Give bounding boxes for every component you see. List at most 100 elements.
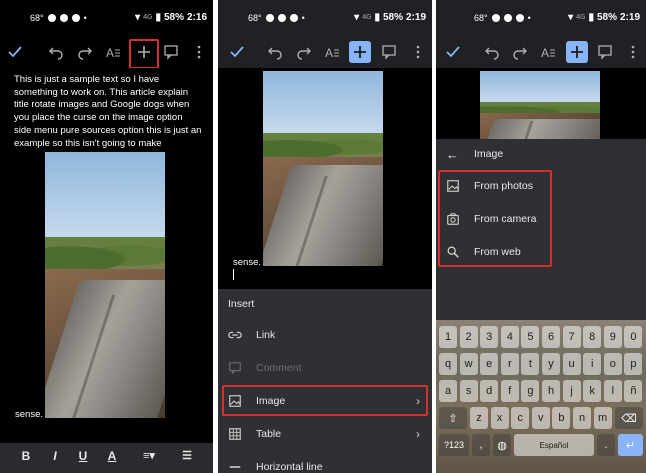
key-7[interactable]: 7 (562, 326, 581, 348)
key-k[interactable]: k (583, 380, 602, 402)
document-trailing-text[interactable]: sense. (15, 409, 43, 420)
temperature: 68° (474, 13, 488, 23)
highlight-box (222, 385, 428, 416)
underline-button[interactable]: U (74, 449, 92, 463)
inserted-image[interactable] (263, 71, 383, 266)
document-trailing-text[interactable]: sense. (233, 257, 261, 268)
wifi-icon: ▾ (568, 12, 574, 23)
key-e[interactable]: e (480, 353, 499, 375)
check-icon[interactable] (442, 41, 464, 63)
keyboard-row-zxcv: ⇧ ⌫ zxcvbnm (436, 407, 646, 431)
comma-key[interactable]: , (472, 434, 490, 456)
bullet: • (527, 13, 531, 23)
insert-sheet: Insert Link Comment Image › Table › Hori… (218, 289, 432, 473)
key-m[interactable]: m (593, 407, 612, 429)
key-g[interactable]: g (521, 380, 540, 402)
undo-icon[interactable] (45, 41, 67, 63)
key-6[interactable]: 6 (542, 326, 560, 348)
comment-icon[interactable] (160, 41, 182, 63)
more-icon[interactable] (188, 41, 210, 63)
key-b[interactable]: b (552, 407, 571, 429)
space-key[interactable]: Español (514, 434, 594, 456)
key-8[interactable]: 8 (583, 326, 602, 348)
text-format-icon[interactable]: A (321, 41, 343, 63)
battery-icon: ▮ (374, 12, 380, 23)
insert-plus-icon[interactable] (349, 41, 371, 63)
key-3[interactable]: 3 (480, 326, 499, 348)
enter-key[interactable]: ↵ (618, 434, 643, 456)
insert-link-item[interactable]: Link (218, 321, 432, 349)
key-l[interactable]: l (603, 380, 622, 402)
redo-icon[interactable] (74, 41, 96, 63)
back-arrow-icon[interactable]: ← (446, 147, 459, 162)
key-0[interactable]: 0 (624, 326, 643, 348)
insert-horizontal-line-item[interactable]: Horizontal line (218, 453, 432, 473)
document-body-text[interactable]: This is just a sample text so I have som… (14, 74, 202, 150)
key-x[interactable]: x (490, 407, 509, 429)
list-icon[interactable]: ☰ (178, 449, 196, 462)
text-format-icon[interactable]: A (102, 41, 124, 63)
shield-icon (515, 14, 524, 22)
key-j[interactable]: j (562, 380, 581, 402)
key-q[interactable]: q (439, 353, 457, 375)
globe-icon[interactable]: ◍ (493, 434, 511, 456)
undo-icon[interactable] (481, 41, 503, 63)
key-o[interactable]: o (603, 353, 622, 375)
svg-text:A: A (106, 46, 114, 60)
text-color-button[interactable]: A (103, 449, 121, 463)
key-ñ[interactable]: ñ (624, 380, 643, 402)
insert-sheet-title: Insert (228, 298, 255, 310)
keyboard-row-asdf: asdfghjklñ (436, 380, 646, 404)
key-h[interactable]: h (542, 380, 560, 402)
svg-text:A: A (325, 46, 333, 60)
comment-icon[interactable] (594, 41, 616, 63)
period-key[interactable]: . (597, 434, 615, 456)
undo-icon[interactable] (264, 41, 286, 63)
key-t[interactable]: t (521, 353, 540, 375)
italic-button[interactable]: I (46, 449, 64, 463)
check-icon[interactable] (4, 41, 26, 63)
key-a[interactable]: a (439, 380, 457, 402)
key-w[interactable]: w (459, 353, 478, 375)
key-u[interactable]: u (562, 353, 581, 375)
key-c[interactable]: c (511, 407, 530, 429)
symbols-key[interactable]: ?123 (439, 434, 469, 456)
check-icon[interactable] (226, 41, 248, 63)
key-z[interactable]: z (470, 407, 488, 429)
screen-insert-menu: 68° • ▾ 4G ▮ 58% 2:19 A sense. Insert Li… (218, 0, 432, 473)
redo-icon[interactable] (293, 41, 315, 63)
more-icon[interactable] (622, 41, 644, 63)
bold-button[interactable]: B (17, 449, 35, 463)
align-icon[interactable]: ≡▾ (140, 449, 158, 462)
comment-icon[interactable] (378, 41, 400, 63)
text-format-icon[interactable]: A (537, 41, 559, 63)
inserted-image[interactable] (480, 71, 600, 139)
key-9[interactable]: 9 (603, 326, 622, 348)
insert-plus-icon[interactable] (566, 41, 588, 63)
key-2[interactable]: 2 (459, 326, 478, 348)
key-i[interactable]: i (583, 353, 602, 375)
more-icon[interactable] (407, 41, 429, 63)
redo-icon[interactable] (509, 41, 531, 63)
key-v[interactable]: v (531, 407, 550, 429)
document-canvas[interactable]: sense. (218, 68, 432, 289)
document-canvas[interactable]: This is just a sample text so I have som… (0, 68, 213, 473)
image-panel-title: Image (474, 148, 504, 160)
key-y[interactable]: y (542, 353, 560, 375)
key-r[interactable]: r (500, 353, 519, 375)
document-canvas[interactable] (436, 68, 646, 139)
key-d[interactable]: d (480, 380, 499, 402)
insert-table-item[interactable]: Table › (218, 420, 432, 448)
notification-icon (277, 14, 286, 22)
key-5[interactable]: 5 (521, 326, 540, 348)
inserted-image[interactable] (45, 152, 165, 418)
key-p[interactable]: p (624, 353, 643, 375)
key-s[interactable]: s (459, 380, 478, 402)
shift-key[interactable]: ⇧ (439, 407, 467, 429)
key-1[interactable]: 1 (439, 326, 457, 348)
key-n[interactable]: n (573, 407, 591, 429)
key-4[interactable]: 4 (500, 326, 519, 348)
backspace-key[interactable]: ⌫ (615, 407, 643, 429)
key-f[interactable]: f (500, 380, 519, 402)
insert-comment-item[interactable]: Comment (218, 354, 432, 382)
